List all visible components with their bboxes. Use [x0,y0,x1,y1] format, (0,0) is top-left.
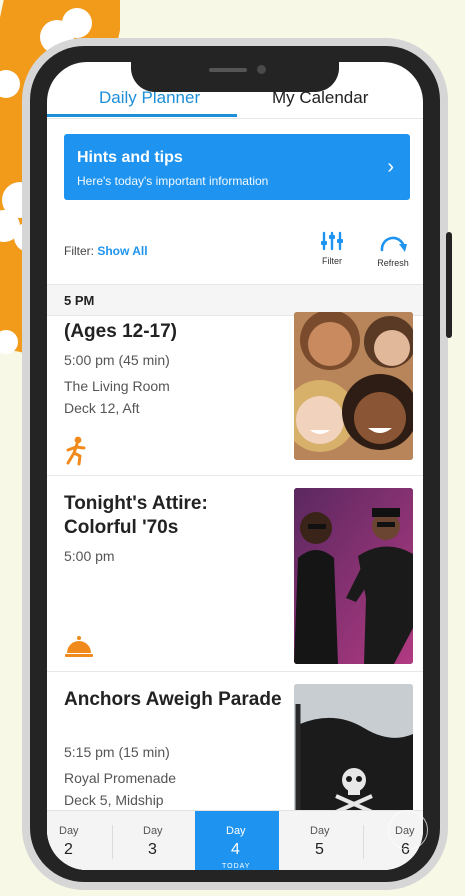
day-number: 4 [231,841,240,858]
day-label: Day [143,825,163,837]
event-photo [294,488,413,664]
day-label: Day [310,825,330,837]
day-label: Day [226,825,246,837]
day-number: 2 [64,841,73,858]
event-location: Royal Promenade [64,770,177,786]
hints-banner[interactable]: Hints and tips Here's today's important … [64,134,410,200]
event-title: Anchors Aweigh Parade [64,689,282,710]
filter-button[interactable]: Filter [310,230,354,266]
service-bell-icon [64,634,94,663]
event-time: 5:15 pm (15 min) [64,744,170,760]
hints-title: Hints and tips [77,149,183,166]
activity-figure-icon [64,436,88,471]
divider [47,118,423,119]
event-photo [294,312,413,460]
watermark-logo [388,810,428,850]
event-deck: Deck 12, Aft [64,400,140,416]
day-tab-5[interactable]: Day 5 [279,811,363,870]
chevron-right-icon: › [387,156,394,178]
refresh-button[interactable]: Refresh [371,230,415,268]
event-title: Tonight's Attire: Colorful '70s [64,493,208,538]
event-location: The Living Room [64,378,170,394]
day-label: Day [59,825,79,837]
day-selector: Day 2 Day 3 Day 4 TODAY Day 5 Day 6 [47,810,423,870]
event-title: (Ages 12-17) [64,321,177,342]
filter-status[interactable]: Filter: Show All [64,244,148,258]
refresh-icon [380,236,407,252]
phone-notch [131,62,339,92]
refresh-button-label: Refresh [377,258,409,268]
filter-button-label: Filter [322,256,342,266]
day-number: 3 [148,841,157,858]
phone-screen: Daily Planner My Calendar Hints and tips… [47,62,423,870]
phone-side-button [446,232,452,338]
event-time: 5:00 pm [64,548,115,564]
filter-value[interactable]: Show All [97,244,147,258]
hints-subtitle: Here's today's important information [77,174,269,188]
event-card[interactable]: Tonight's Attire: Colorful '70s 5:00 pm [47,476,423,672]
day-number: 5 [315,841,324,858]
day-tab-3[interactable]: Day 3 [112,811,196,870]
today-label: TODAY [222,863,251,870]
event-time: 5:00 pm (45 min) [64,352,170,368]
time-header-label: 5 PM [64,293,95,308]
filter-prefix: Filter: [64,244,94,258]
sliders-icon [321,231,343,251]
event-card[interactable]: (Ages 12-17) 5:00 pm (45 min) The Living… [47,312,423,476]
day-tab-4[interactable]: Day 4 TODAY [195,811,279,870]
event-deck: Deck 5, Midship [64,792,164,808]
active-tab-indicator [47,114,237,117]
